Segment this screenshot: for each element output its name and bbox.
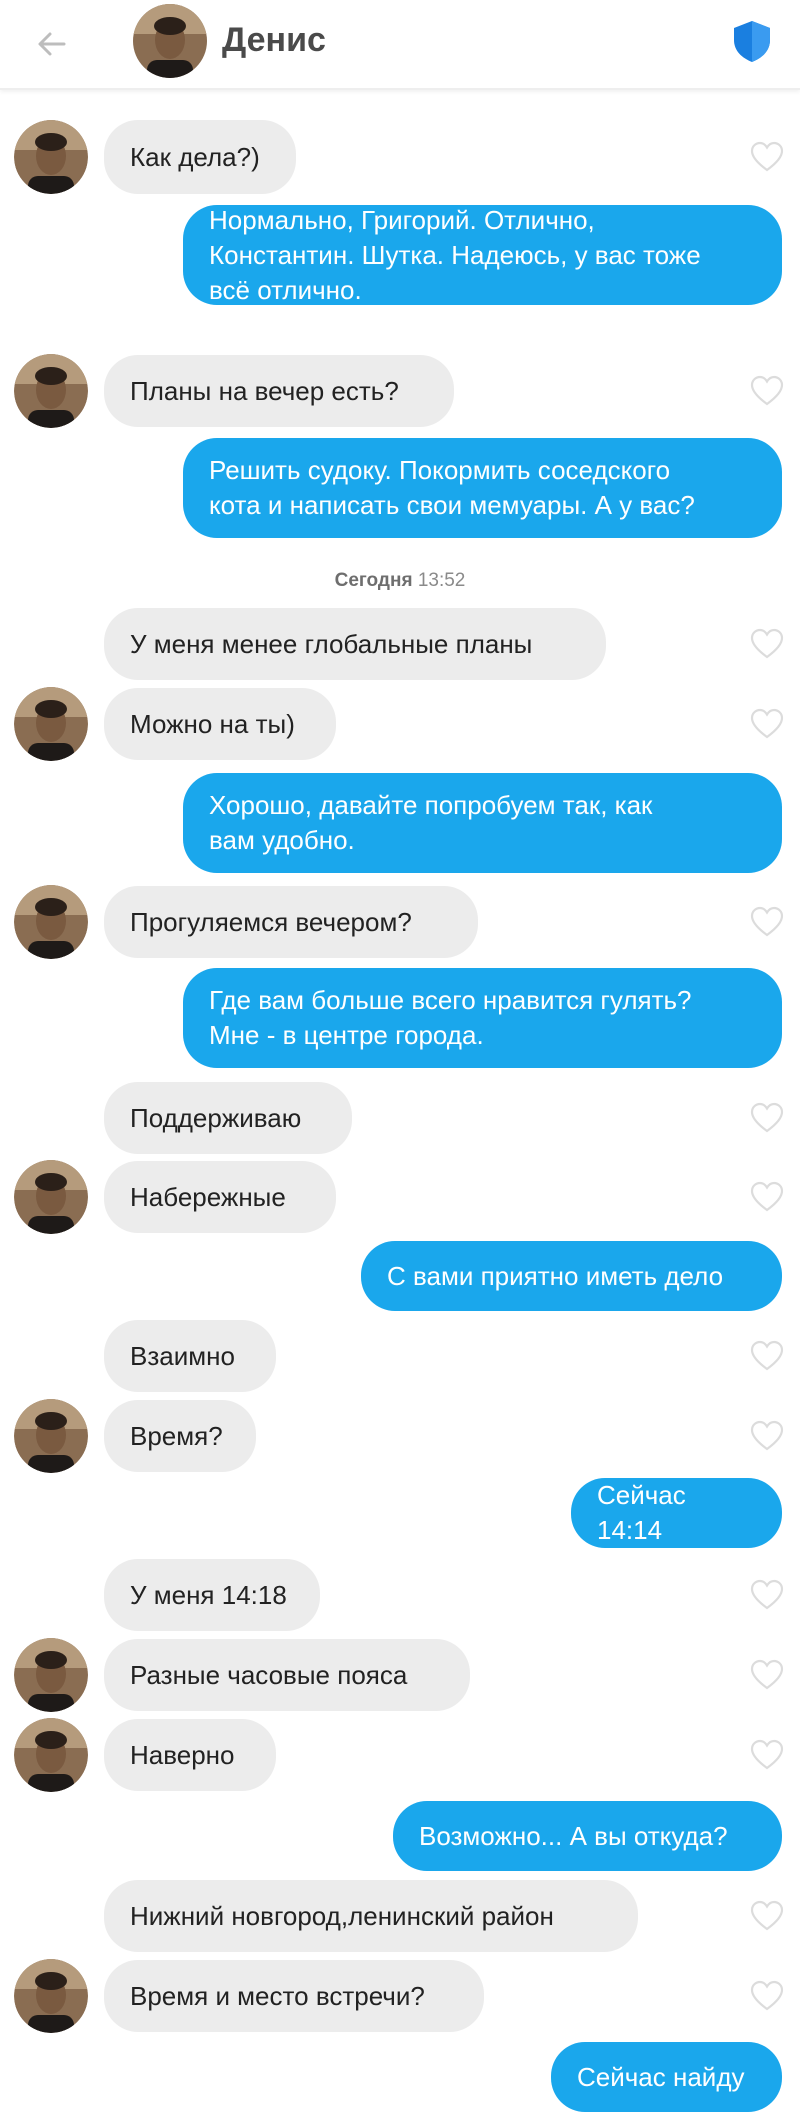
message-text: Время? [130, 1420, 223, 1451]
message-bubble[interactable]: Нормально, Григорий. Отлично, Константин… [183, 205, 782, 305]
like-heart-icon[interactable] [750, 628, 784, 660]
shield-icon [734, 21, 770, 62]
like-heart-icon[interactable] [750, 141, 784, 173]
message-bubble[interactable]: Прогуляемся вечером? [104, 886, 478, 958]
message-text: Можно на ты) [130, 708, 295, 739]
date-divider-label: Сегодня [334, 570, 413, 591]
message-bubble[interactable]: Можно на ты) [104, 688, 336, 760]
message-bubble[interactable]: Время? [104, 1400, 256, 1472]
message-text: У меня менее глобальные планы [130, 628, 533, 659]
message-text: Планы на вечер есть? [130, 375, 399, 406]
sender-avatar[interactable] [14, 354, 88, 428]
message-bubble[interactable]: Как дела?) [104, 120, 296, 194]
message-text: Где вам больше всего нравится гулять? Мн… [209, 985, 692, 1050]
chat-header: Денис [0, 0, 800, 90]
message-bubble[interactable]: Планы на вечер есть? [104, 355, 454, 427]
like-heart-icon[interactable] [750, 1102, 784, 1134]
sender-avatar[interactable] [14, 1160, 88, 1234]
message-bubble[interactable]: Набережные [104, 1161, 336, 1233]
sender-avatar[interactable] [14, 885, 88, 959]
message-bubble[interactable]: Сейчас 14:14 [571, 1478, 782, 1548]
message-bubble[interactable]: Разные часовые пояса [104, 1639, 470, 1711]
like-heart-icon[interactable] [750, 1980, 784, 2012]
message-text: Нижний новгород,ленинский район [130, 1900, 554, 1931]
like-heart-icon[interactable] [750, 708, 784, 740]
message-text: Разные часовые пояса [130, 1659, 408, 1690]
sender-avatar[interactable] [14, 1959, 88, 2033]
message-bubble[interactable]: Время и место встречи? [104, 1960, 484, 2032]
like-heart-icon[interactable] [750, 1659, 784, 1691]
like-heart-icon[interactable] [750, 906, 784, 938]
message-bubble[interactable]: Наверно [104, 1719, 276, 1791]
message-bubble[interactable]: Сейчас найду [551, 2042, 782, 2112]
message-bubble[interactable]: Нижний новгород,ленинский район [104, 1880, 638, 1952]
message-text: Как дела?) [130, 141, 260, 172]
message-text: Прогуляемся вечером? [130, 906, 412, 937]
like-heart-icon[interactable] [750, 1420, 784, 1452]
message-bubble[interactable]: Где вам больше всего нравится гулять? Мн… [183, 968, 782, 1068]
message-text: У меня 14:18 [130, 1579, 287, 1610]
safety-shield-button[interactable] [730, 18, 774, 64]
message-bubble[interactable]: С вами приятно иметь дело [361, 1241, 782, 1311]
like-heart-icon[interactable] [750, 375, 784, 407]
message-text: Решить судоку. Покормить соседского кота… [209, 455, 695, 520]
date-divider-time: 13:52 [417, 570, 466, 591]
contact-name[interactable]: Денис [222, 20, 326, 60]
message-text: Набережные [130, 1181, 286, 1212]
sender-avatar[interactable] [14, 1718, 88, 1792]
back-button[interactable] [28, 20, 76, 68]
message-list: Как дела?) Нормально, Григорий. Отлично, … [0, 88, 800, 2122]
message-bubble[interactable]: У меня менее глобальные планы [104, 608, 606, 680]
message-bubble[interactable]: Хорошо, давайте попробуем так, как вам у… [183, 773, 782, 873]
message-bubble[interactable]: Поддерживаю [104, 1082, 352, 1154]
message-bubble[interactable]: Возможно... А вы откуда? [393, 1801, 782, 1871]
message-text: С вами приятно иметь дело [387, 1260, 724, 1291]
sender-avatar[interactable] [14, 1638, 88, 1712]
like-heart-icon[interactable] [750, 1181, 784, 1213]
contact-avatar[interactable] [133, 4, 207, 78]
date-divider: Сегодня 13:52 [0, 570, 800, 592]
arrow-left-icon [38, 32, 66, 56]
message-text: Сейчас 14:14 [597, 1480, 686, 1545]
message-text: Взаимно [130, 1340, 235, 1371]
message-text: Наверно [130, 1739, 235, 1770]
message-text: Время и место встречи? [130, 1980, 425, 2011]
message-text: Поддерживаю [130, 1102, 302, 1133]
like-heart-icon[interactable] [750, 1739, 784, 1771]
message-bubble[interactable]: Решить судоку. Покормить соседского кота… [183, 438, 782, 538]
like-heart-icon[interactable] [750, 1900, 784, 1932]
message-text: Нормально, Григорий. Отлично, Константин… [209, 204, 701, 305]
like-heart-icon[interactable] [750, 1579, 784, 1611]
message-text: Возможно... А вы откуда? [419, 1820, 728, 1851]
message-bubble[interactable]: Взаимно [104, 1320, 276, 1392]
sender-avatar[interactable] [14, 1399, 88, 1473]
sender-avatar[interactable] [14, 687, 88, 761]
message-bubble[interactable]: У меня 14:18 [104, 1559, 320, 1631]
like-heart-icon[interactable] [750, 1340, 784, 1372]
message-text: Сейчас найду [577, 2061, 745, 2092]
sender-avatar[interactable] [14, 120, 88, 194]
message-text: Хорошо, давайте попробуем так, как вам у… [209, 790, 653, 855]
